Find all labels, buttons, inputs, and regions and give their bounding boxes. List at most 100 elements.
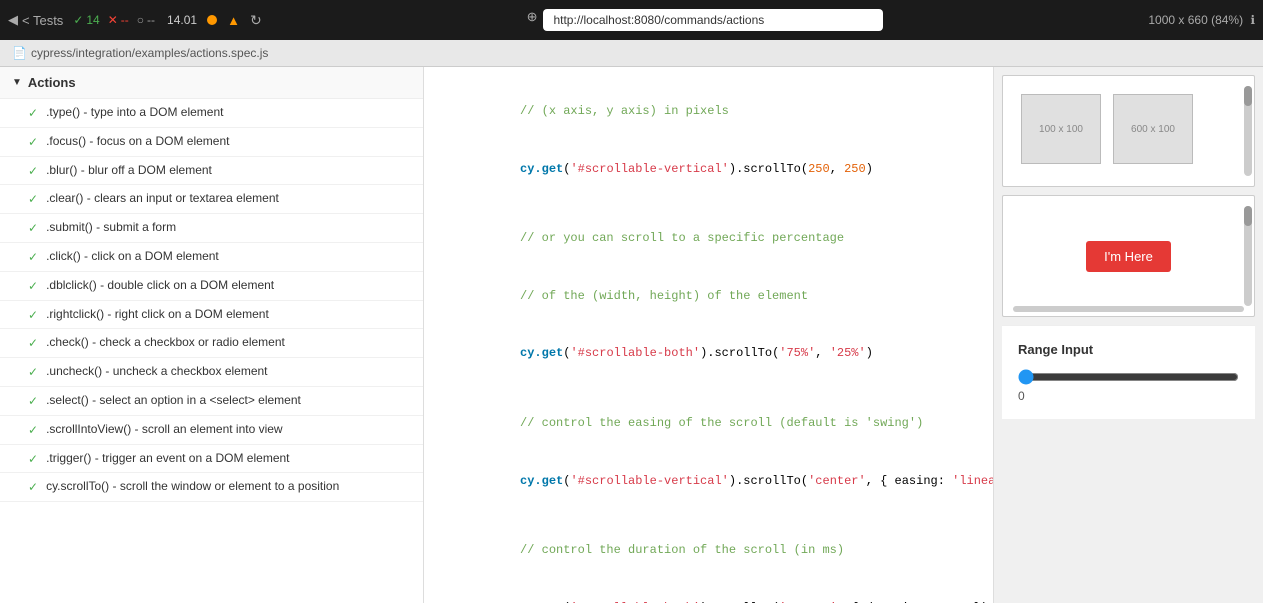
range-label: Range Input [1018,342,1239,357]
im-here-button[interactable]: I'm Here [1086,241,1171,272]
check-icon: ✓ [28,220,38,237]
list-item[interactable]: ✓ .focus() - focus on a DOM element [0,128,423,157]
item-label: .check() - check a checkbox or radio ele… [46,334,285,351]
list-item[interactable]: ✓ .rightclick() - right click on a DOM e… [0,301,423,330]
list-item[interactable]: ✓ .select() - select an option in a <sel… [0,387,423,416]
item-label: cy.scrollTo() - scroll the window or ele… [46,478,339,495]
item-label: .scrollIntoView() - scroll an element in… [46,421,283,438]
list-item[interactable]: ✓ .type() - type into a DOM element [0,99,423,128]
check-icon: ✓ [28,335,38,352]
test-counts: ✓ 14 ✕ -- ○ -- 14.01 [73,13,197,27]
check-icon: ✓ [28,191,38,208]
range-input[interactable] [1018,369,1239,385]
code-line: cy.get('#scrollable-both').scrollTo('75%… [448,325,969,383]
code-comment: // (x axis, y axis) in pixels [520,104,729,118]
reload-button[interactable]: ↻ [250,12,262,29]
info-icon: ℹ [1250,13,1255,27]
circle-icon: ○ [137,13,144,27]
sidebar: ▼ Actions ✓ .type() - type into a DOM el… [0,67,424,603]
list-item[interactable]: ✓ .scrollIntoView() - scroll an element … [0,416,423,445]
code-text: cy.get('#scrollable-vertical').scrollTo(… [520,474,993,488]
chevron-down-icon: ▼ [12,77,22,88]
test-time: 14.01 [167,13,197,27]
list-item[interactable]: ✓ .check() - check a checkbox or radio e… [0,329,423,358]
content-area: // (x axis, y axis) in pixels cy.get('#s… [424,67,1263,603]
list-item[interactable]: ✓ .blur() - blur off a DOM element [0,157,423,186]
code-line: // control the duration of the scroll (i… [448,522,969,580]
code-line: // of the (width, height) of the element [448,268,969,326]
list-item[interactable]: ✓ .trigger() - trigger an event on a DOM… [0,445,423,474]
viewport-info: 1000 x 660 (84%) ℹ [1148,13,1255,27]
list-item[interactable]: ✓ .dblclick() - double click on a DOM el… [0,272,423,301]
back-icon: ◀ [8,12,18,28]
check-icon: ✓ [28,364,38,381]
preview-box-2: I'm Here [1002,195,1255,317]
viewport-label: 1000 x 660 (84%) [1148,13,1243,27]
preview-inner-box-1: 100 x 100 [1021,94,1101,164]
list-item[interactable]: ✓ .uncheck() - uncheck a checkbox elemen… [0,358,423,387]
code-comment: // or you can scroll to a specific perce… [520,231,844,245]
status-indicator [207,15,217,25]
item-label: .submit() - submit a form [46,219,176,236]
url-input[interactable] [543,9,883,31]
file-path: cypress/integration/examples/actions.spe… [31,46,268,60]
preview-box-2-inner: I'm Here [1003,196,1254,316]
list-item[interactable]: ✓ .submit() - submit a form [0,214,423,243]
item-label: .rightclick() - right click on a DOM ele… [46,306,269,323]
code-panel: // (x axis, y axis) in pixels cy.get('#s… [424,67,993,603]
item-label: .focus() - focus on a DOM element [46,133,229,150]
x-icon: ✕ [108,13,118,27]
sidebar-section-header[interactable]: ▼ Actions [0,67,423,99]
sidebar-section-title: Actions [28,75,76,90]
horizontal-scrollbar[interactable] [1013,306,1244,312]
item-label: .select() - select an option in a <selec… [46,392,301,409]
item-label: .dblclick() - double click on a DOM elem… [46,277,274,294]
check-icon: ✓ [28,134,38,151]
check-icon: ✓ [28,451,38,468]
preview-box-label: 600 x 100 [1131,124,1175,135]
target-icon: ⊕ [527,9,538,31]
preview-box-1-inner: 100 x 100 600 x 100 [1003,76,1254,186]
check-icon: ✓ [28,393,38,410]
check-icon: ✓ [28,105,38,122]
preview-inner-box-2: 600 x 100 [1113,94,1193,164]
check-icon: ✓ [28,163,38,180]
scroll-duration-section: // control the duration of the scroll (i… [448,522,969,603]
range-section: Range Input 0 [1002,325,1255,419]
item-label: .type() - type into a DOM element [46,104,223,121]
scroll-code-section: // (x axis, y axis) in pixels cy.get('#s… [448,83,969,198]
item-label: .uncheck() - uncheck a checkbox element [46,363,267,380]
file-bar: 📄 cypress/integration/examples/actions.s… [0,40,1263,67]
scroll-easing-section: // control the easing of the scroll (def… [448,395,969,510]
list-item[interactable]: ✓ .clear() - clears an input or textarea… [0,185,423,214]
main-layout: ▼ Actions ✓ .type() - type into a DOM el… [0,67,1263,603]
vertical-scrollbar-2[interactable] [1244,206,1252,306]
check-icon: ✓ [28,422,38,439]
code-text: cy.get('#scrollable-both').scrollTo('75%… [520,346,873,360]
check-icon: ✓ [28,278,38,295]
pending-count: ○ -- [137,13,155,27]
list-item[interactable]: ✓ .click() - click on a DOM element [0,243,423,272]
back-button[interactable]: ◀ < Tests [8,12,63,28]
check-icon: ✓ [73,13,83,27]
top-bar-center: ⊕ [274,9,1137,31]
back-label: < Tests [22,13,63,28]
preview-box-label: 100 x 100 [1039,124,1083,135]
code-line: // (x axis, y axis) in pixels [448,83,969,141]
scrollbar-thumb-2 [1244,206,1252,226]
code-comment: // of the (width, height) of the element [520,289,808,303]
code-line: cy.get('#scrollable-vertical').scrollTo(… [448,452,969,510]
fail-count: ✕ -- [108,13,129,27]
vertical-scrollbar[interactable] [1244,86,1252,176]
pass-count: ✓ 14 [73,13,99,27]
code-comment: // control the easing of the scroll (def… [520,416,923,430]
list-item[interactable]: ✓ cy.scrollTo() - scroll the window or e… [0,473,423,502]
code-line: cy.get('#scrollable-both').scrollTo('cen… [448,580,969,603]
item-label: .trigger() - trigger an event on a DOM e… [46,450,289,467]
range-value: 0 [1018,389,1239,403]
code-comment: // control the duration of the scroll (i… [520,543,844,557]
top-bar-left: ◀ < Tests ✓ 14 ✕ -- ○ -- 14.01 ▲ ↻ [8,12,262,29]
code-text: cy.get('#scrollable-vertical').scrollTo(… [520,162,873,176]
preview-box-1: 100 x 100 600 x 100 [1002,75,1255,187]
code-line: // or you can scroll to a specific perce… [448,210,969,268]
